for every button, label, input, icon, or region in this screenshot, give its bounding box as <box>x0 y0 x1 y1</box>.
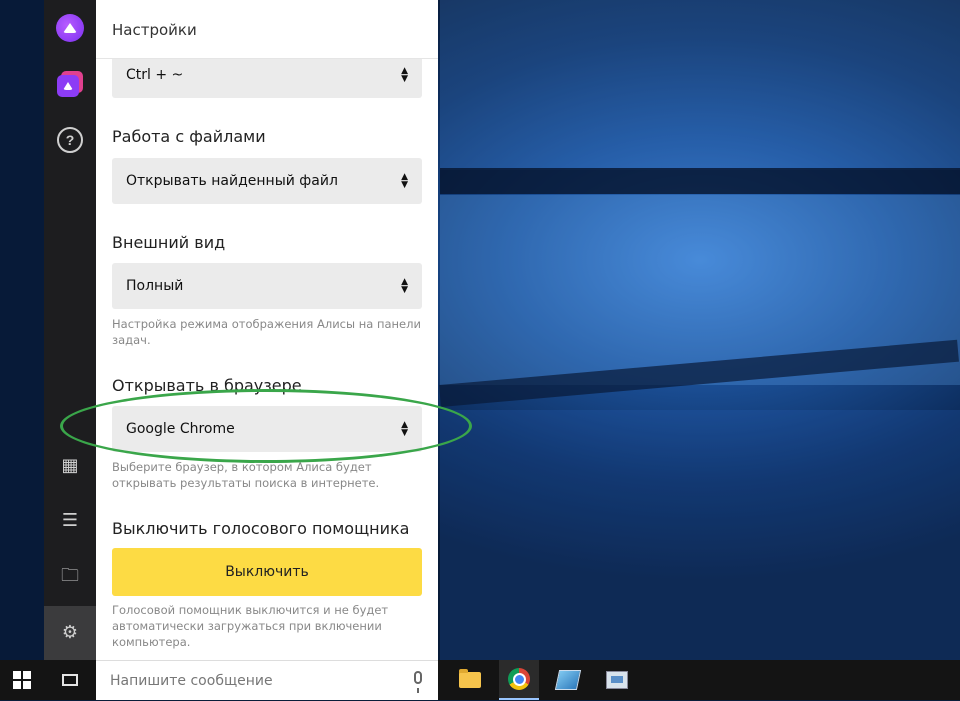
appearance-select-value: Полный <box>126 278 184 294</box>
window-frame <box>440 168 960 194</box>
select-arrows-icon: ▲ ▼ <box>401 277 408 295</box>
alice-skills-button[interactable] <box>44 58 96 110</box>
settings-panel: Настройки Ctrl + ~ ▲ ▼ Работа с файлами О… <box>96 0 438 660</box>
alice-sidebar: ? ▦ ☰ 🗀 ⚙ <box>44 0 96 660</box>
app-icon-3 <box>554 670 582 690</box>
help-button[interactable]: ? <box>44 114 96 166</box>
taskbar-app-3[interactable] <box>548 660 588 700</box>
folder-icon: 🗀 <box>61 565 79 586</box>
settings-gear-icon: ⚙ <box>61 622 79 643</box>
task-view-icon <box>62 674 78 686</box>
menu-list-icon: ☰ <box>61 510 79 531</box>
browser-hint: Выберите браузер, в котором Алиса будет … <box>112 460 380 490</box>
browser-section-title: Открывать в браузере <box>112 376 302 395</box>
microphone-icon[interactable] <box>414 671 422 693</box>
window-pane <box>440 0 960 170</box>
file-explorer-icon <box>459 669 481 688</box>
message-input[interactable] <box>96 661 412 701</box>
taskbar <box>0 660 960 701</box>
app-icon-4 <box>606 671 628 689</box>
browser-select-value: Google Chrome <box>126 421 235 437</box>
list-button[interactable]: ☰ <box>44 495 96 547</box>
taskbar-app-explorer[interactable] <box>450 660 490 700</box>
settings-header: Настройки <box>96 0 438 59</box>
chrome-icon <box>508 668 530 690</box>
taskbar-app-chrome[interactable] <box>499 660 539 700</box>
voice-section-title: Выключить голосового помощника <box>112 519 410 538</box>
files-button[interactable]: 🗀 <box>44 550 96 602</box>
help-icon: ? <box>57 127 83 153</box>
hotkey-select-value: Ctrl + ~ <box>126 67 184 83</box>
select-arrows-icon: ▲ ▼ <box>401 66 408 84</box>
alice-logo-icon <box>56 14 84 42</box>
select-arrows-icon: ▲ ▼ <box>401 420 408 438</box>
page-title: Настройки <box>112 21 197 39</box>
dashboard-button[interactable]: ▦ <box>44 440 96 492</box>
window-pane <box>440 410 960 660</box>
settings-button[interactable]: ⚙ <box>44 606 96 660</box>
files-section-title: Работа с файлами <box>112 127 266 146</box>
appearance-select[interactable]: Полный ▲ ▼ <box>112 263 422 309</box>
files-select[interactable]: Открывать найденный файл ▲ ▼ <box>112 158 422 204</box>
task-view-button[interactable] <box>44 660 96 700</box>
taskbar-app-4[interactable] <box>597 660 637 700</box>
windows-logo-icon <box>13 671 31 689</box>
alice-skills-icon <box>57 71 83 97</box>
start-button[interactable] <box>0 660 44 700</box>
appearance-section-title: Внешний вид <box>112 233 226 252</box>
alice-button[interactable] <box>44 2 96 54</box>
browser-select[interactable]: Google Chrome ▲ ▼ <box>112 406 422 452</box>
voice-hint: Голосовой помощник выключится и не будет… <box>112 603 389 649</box>
dashboard-icon: ▦ <box>61 455 79 476</box>
files-select-value: Открывать найденный файл <box>126 173 338 189</box>
select-arrows-icon: ▲ ▼ <box>401 172 408 190</box>
message-box <box>96 660 438 701</box>
disable-assistant-button[interactable]: Выключить <box>112 548 422 596</box>
appearance-hint: Настройка режима отображения Алисы на па… <box>112 317 421 347</box>
